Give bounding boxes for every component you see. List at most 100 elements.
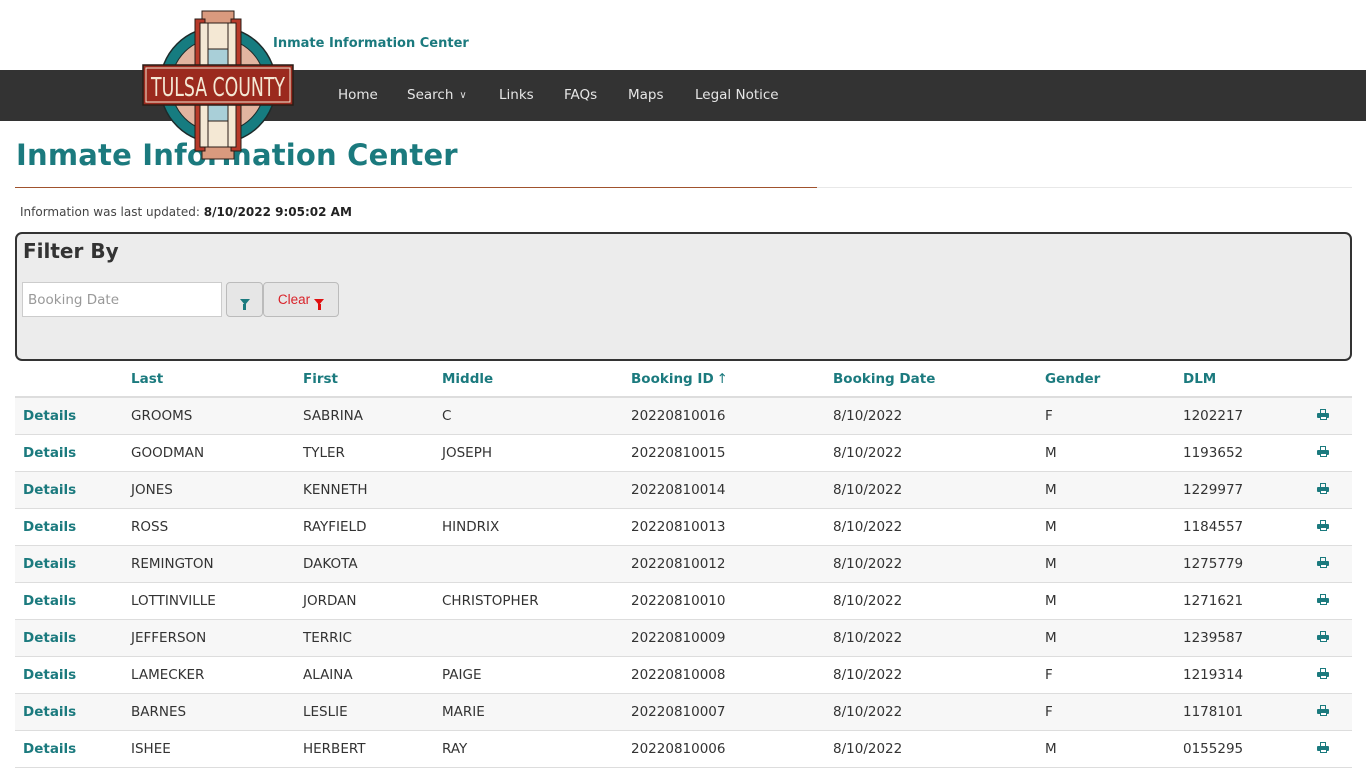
cell-last: LAMECKER: [131, 656, 303, 694]
col-header-gender[interactable]: Gender: [1045, 361, 1183, 398]
print-icon[interactable]: [1317, 445, 1329, 457]
cell-last: ROSS: [131, 508, 303, 546]
cell-first: DAKOTA: [303, 545, 442, 583]
title-divider: [15, 187, 817, 188]
last-updated: Information was last updated: 8/10/2022 …: [20, 205, 352, 219]
col-header-print: [1305, 361, 1352, 398]
print-icon[interactable]: [1317, 519, 1329, 531]
cell-first: LESLIE: [303, 693, 442, 731]
nav-faqs[interactable]: FAQs: [564, 87, 597, 103]
cell-last: ISHEE: [131, 730, 303, 768]
details-link[interactable]: Details: [15, 667, 76, 683]
cell-booking-id: 20220810007: [631, 693, 833, 731]
cell-first: ALAINA: [303, 656, 442, 694]
cell-booking-id: 20220810014: [631, 471, 833, 509]
table-row: Details BARNES LESLIE MARIE 20220810007 8/10/…: [15, 693, 1352, 731]
cell-middle: HINDRIX: [442, 508, 631, 546]
cell-booking-date: 8/10/2022: [833, 508, 1045, 546]
cell-first: KENNETH: [303, 471, 442, 509]
apply-filter-button[interactable]: [226, 282, 263, 317]
cell-first: HERBERT: [303, 730, 442, 768]
print-icon[interactable]: [1317, 593, 1329, 605]
details-link[interactable]: Details: [15, 630, 76, 646]
nav-search[interactable]: Search ∨: [407, 87, 467, 103]
print-icon[interactable]: [1317, 667, 1329, 679]
cell-first: TERRIC: [303, 619, 442, 657]
table-row: Details JEFFERSON TERRIC 20220810009 8/10/20…: [15, 619, 1352, 657]
details-cell: Details: [15, 471, 131, 509]
site-subtitle[interactable]: Inmate Information Center: [273, 36, 469, 51]
details-cell: Details: [15, 730, 131, 768]
details-link[interactable]: Details: [15, 556, 76, 572]
col-header-actions: [15, 361, 131, 398]
clear-filter-button[interactable]: Clear: [263, 282, 339, 317]
cell-booking-id: 20220810012: [631, 545, 833, 583]
nav-maps[interactable]: Maps: [628, 87, 664, 103]
details-link[interactable]: Details: [15, 408, 76, 424]
details-link[interactable]: Details: [15, 704, 76, 720]
cell-booking-id: 20220810013: [631, 508, 833, 546]
table-row: Details GROOMS SABRINA C 20220810016 8/10/202…: [15, 397, 1352, 435]
last-updated-label: Information was last updated:: [20, 205, 200, 219]
filter-icon: [239, 298, 250, 310]
cell-gender: M: [1045, 434, 1183, 472]
col-header-dlm[interactable]: DLM: [1183, 361, 1305, 398]
cell-booking-date: 8/10/2022: [833, 619, 1045, 657]
cell-last: GROOMS: [131, 397, 303, 435]
col-header-booking-date[interactable]: Booking Date: [833, 361, 1045, 398]
print-icon[interactable]: [1317, 704, 1329, 716]
cell-last: JEFFERSON: [131, 619, 303, 657]
inmates-table: Last First Middle Booking ID ↑ Booking Da…: [15, 361, 1352, 768]
cell-last: LOTTINVILLE: [131, 582, 303, 620]
cell-first: RAYFIELD: [303, 508, 442, 546]
nav-home[interactable]: Home: [338, 87, 378, 103]
cell-dlm: 1184557: [1183, 508, 1305, 546]
print-icon[interactable]: [1317, 741, 1329, 753]
print-icon[interactable]: [1317, 482, 1329, 494]
col-header-first[interactable]: First: [303, 361, 442, 398]
cell-booking-date: 8/10/2022: [833, 397, 1045, 435]
print-cell: [1305, 693, 1352, 731]
col-header-last[interactable]: Last: [131, 361, 303, 398]
col-header-middle[interactable]: Middle: [442, 361, 631, 398]
print-cell: [1305, 434, 1352, 472]
cell-last: REMINGTON: [131, 545, 303, 583]
details-link[interactable]: Details: [15, 519, 76, 535]
details-cell: Details: [15, 508, 131, 546]
col-header-booking-id[interactable]: Booking ID ↑: [631, 361, 833, 398]
cell-first: JORDAN: [303, 582, 442, 620]
details-link[interactable]: Details: [15, 445, 76, 461]
details-link[interactable]: Details: [15, 482, 76, 498]
cell-booking-id: 20220810015: [631, 434, 833, 472]
cell-middle: C: [442, 397, 631, 435]
title-divider-light: [817, 187, 1352, 188]
cell-booking-id: 20220810006: [631, 730, 833, 768]
cell-middle: JOSEPH: [442, 434, 631, 472]
print-icon[interactable]: [1317, 556, 1329, 568]
details-link[interactable]: Details: [15, 593, 76, 609]
nav-legal-notice[interactable]: Legal Notice: [695, 87, 779, 103]
cell-middle: RAY: [442, 730, 631, 768]
print-icon[interactable]: [1317, 408, 1329, 420]
sort-ascending-icon: ↑: [716, 370, 728, 387]
cell-first: TYLER: [303, 434, 442, 472]
cell-middle: [442, 545, 631, 583]
table-row: Details JONES KENNETH 20220810014 8/10/2022 M…: [15, 471, 1352, 509]
cell-gender: F: [1045, 693, 1183, 731]
tulsa-county-logo[interactable]: TULSA COUNTY: [142, 9, 294, 161]
print-cell: [1305, 508, 1352, 546]
print-cell: [1305, 397, 1352, 435]
cell-middle: PAIGE: [442, 656, 631, 694]
col-header-booking-id-label: Booking ID: [631, 370, 714, 387]
details-link[interactable]: Details: [15, 741, 76, 757]
nav-links[interactable]: Links: [499, 87, 534, 103]
cell-dlm: 1229977: [1183, 471, 1305, 509]
cell-dlm: 1202217: [1183, 397, 1305, 435]
cell-dlm: 1275779: [1183, 545, 1305, 583]
details-cell: Details: [15, 656, 131, 694]
print-cell: [1305, 619, 1352, 657]
print-cell: [1305, 545, 1352, 583]
print-icon[interactable]: [1317, 630, 1329, 642]
booking-date-input[interactable]: [22, 282, 222, 317]
cell-booking-id: 20220810008: [631, 656, 833, 694]
